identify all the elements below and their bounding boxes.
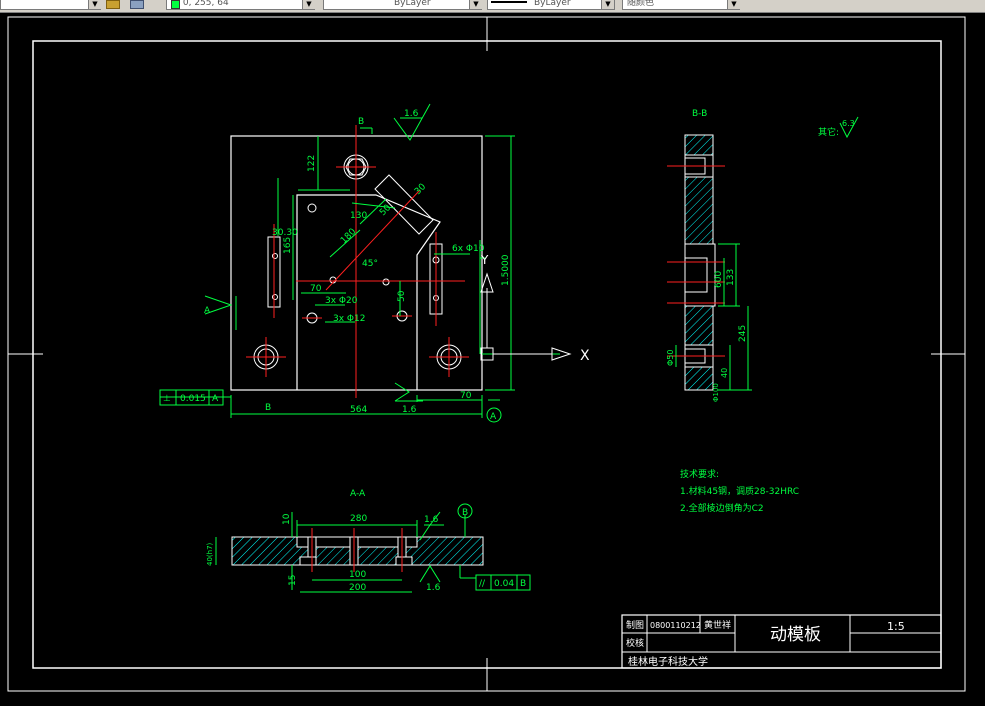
layer-combo[interactable] bbox=[0, 0, 100, 10]
title-aa: A-A bbox=[350, 489, 366, 499]
ucs-icon bbox=[480, 272, 572, 361]
dim-aa-15: 15 bbox=[288, 575, 298, 586]
title-bb: B-B bbox=[692, 109, 707, 119]
datum-a-letter: A bbox=[490, 412, 497, 422]
model-space-canvas[interactable]: B B A 564 70 70 1.5000 122 130 165 30 30… bbox=[0, 12, 985, 702]
axis-x-label: X bbox=[580, 348, 590, 364]
linetype-value: ByLayer bbox=[394, 0, 431, 8]
dim-70-bottom: 70 bbox=[460, 391, 472, 401]
layer-previous-icon[interactable] bbox=[130, 0, 144, 9]
dim-6x10: 6x Φ10 bbox=[452, 244, 485, 254]
dim-bb-133: 133 bbox=[726, 269, 736, 286]
dim-aa-280: 280 bbox=[350, 514, 367, 524]
label-a-section: A bbox=[204, 306, 211, 316]
plotstyle-combo[interactable]: 随颜色 bbox=[622, 0, 740, 10]
tech-title: 技术要求: bbox=[680, 468, 719, 480]
dim-122: 122 bbox=[307, 155, 317, 172]
dim-70-left: 70 bbox=[310, 284, 322, 294]
tech-line-2: 2.全部棱边倒角为C2 bbox=[680, 502, 764, 514]
aa-hole-4 bbox=[299, 556, 317, 566]
roughness-symbol-bottom bbox=[394, 382, 423, 402]
rough-other-label: 其它: bbox=[818, 126, 839, 138]
rough-16-bottom: 1.6 bbox=[402, 405, 417, 415]
parallel-symbol: // bbox=[479, 579, 486, 589]
bb-center-inner bbox=[684, 257, 708, 293]
color-dropdown-arrow[interactable]: ▼ bbox=[302, 0, 315, 10]
dim-50-v: 50 bbox=[397, 290, 407, 302]
layer-dropdown-arrow[interactable]: ▼ bbox=[88, 0, 101, 10]
tb-student-no: 0800110212 bbox=[650, 621, 701, 630]
dim-bb-40: 40 bbox=[720, 368, 729, 378]
dim-130: 130 bbox=[350, 211, 367, 221]
dim-width: 564 bbox=[350, 405, 367, 415]
rough-16-aa-b: 1.6 bbox=[426, 583, 441, 593]
layer-states-icon[interactable] bbox=[106, 0, 120, 9]
front-dimensions bbox=[160, 127, 560, 418]
dim-height: 1.5000 bbox=[501, 254, 511, 286]
parallel-value: 0.04 bbox=[494, 579, 514, 589]
dim-aa-10: 10 bbox=[282, 513, 292, 525]
lineweight-value: ByLayer bbox=[534, 0, 571, 8]
drawing-svg: B B A 564 70 70 1.5000 122 130 165 30 30… bbox=[7, 16, 966, 692]
tol-value: 0.015 bbox=[180, 394, 206, 404]
dim-165: 165 bbox=[283, 237, 293, 254]
linetype-dropdown-arrow[interactable]: ▼ bbox=[469, 0, 482, 10]
tech-line-1: 1.材料45钢，调质28-32HRC bbox=[680, 485, 799, 497]
rough-other-value: 6.3 bbox=[842, 119, 855, 128]
tb-school: 桂林电子科技大学 bbox=[628, 655, 708, 668]
dim-aa-200: 200 bbox=[349, 583, 366, 593]
color-combo[interactable]: 0, 255, 64 bbox=[166, 0, 314, 10]
tb-part-name: 动模板 bbox=[770, 625, 821, 645]
dim-aa-100: 100 bbox=[349, 570, 366, 580]
tb-name: 黄世祥 bbox=[704, 619, 731, 631]
lineweight-sample-line bbox=[491, 1, 527, 3]
lineweight-dropdown-arrow[interactable]: ▼ bbox=[601, 0, 614, 10]
center-lines bbox=[246, 125, 469, 398]
label-b-bottom: B bbox=[265, 403, 271, 413]
dim-bb-bottom: Φ100 bbox=[712, 383, 720, 402]
dim-3x20: 3x Φ20 bbox=[325, 296, 358, 306]
tol-symbol: ⊥ bbox=[163, 394, 171, 404]
linetype-combo[interactable]: ByLayer bbox=[323, 0, 481, 10]
rough-16-top: 1.6 bbox=[404, 109, 419, 119]
tb-check-label: 校核 bbox=[626, 637, 644, 649]
dim-3x12: 3x Φ12 bbox=[333, 314, 365, 324]
dim-30-30: 30.30 bbox=[272, 228, 298, 238]
aa-hole-5 bbox=[395, 556, 413, 566]
tb-scale: 1:5 bbox=[887, 620, 905, 633]
tol-datum: A bbox=[212, 394, 219, 404]
plotstyle-value: 随颜色 bbox=[627, 0, 655, 8]
dim-bb-245: 245 bbox=[738, 325, 748, 342]
rough-16-aa: 1.6 bbox=[424, 515, 439, 525]
label-b-top: B bbox=[358, 117, 364, 127]
dim-bb-50: Φ50 bbox=[666, 350, 675, 366]
plotstyle-dropdown-arrow[interactable]: ▼ bbox=[727, 0, 740, 10]
axis-y-label: Y bbox=[480, 253, 489, 267]
datum-b-letter: B bbox=[462, 508, 468, 518]
dim-45: 45° bbox=[362, 259, 378, 269]
dim-aa-40: 40(h7) bbox=[206, 542, 214, 566]
section-b-b bbox=[667, 134, 752, 391]
color-value: 0, 255, 64 bbox=[182, 0, 229, 8]
parallel-datum: B bbox=[520, 579, 526, 589]
dim-bb-600: 600 bbox=[714, 271, 724, 288]
color-swatch-icon bbox=[171, 0, 180, 9]
tb-draw-label: 制图 bbox=[626, 619, 644, 631]
